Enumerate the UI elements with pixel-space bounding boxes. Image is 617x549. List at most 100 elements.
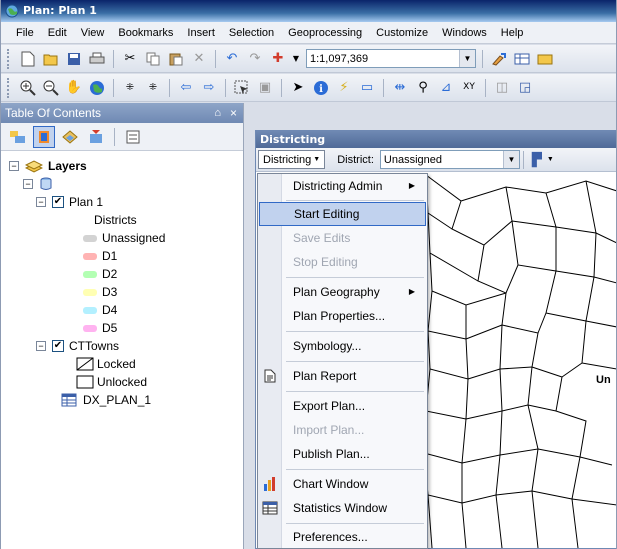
menu-item-districting-admin[interactable]: Districting Admin ▶ xyxy=(258,174,427,198)
collapse-icon[interactable]: − xyxy=(36,197,46,207)
tree-node-database[interactable]: − xyxy=(23,175,53,193)
legend-item: D2 xyxy=(83,265,117,283)
tree-node-plan-1[interactable]: − ✔ Plan 1 xyxy=(36,193,103,211)
go-to-xy-icon[interactable]: XY xyxy=(459,78,479,98)
fixed-zoom-in-icon[interactable]: ⁜ xyxy=(120,78,140,98)
menu-windows[interactable]: Windows xyxy=(435,25,494,41)
menu-insert[interactable]: Insert xyxy=(180,25,222,41)
table-label[interactable]: DX_PLAN_1 xyxy=(83,393,151,407)
list-by-source-icon[interactable] xyxy=(33,125,55,148)
menu-item-plan-properties[interactable]: Plan Properties... xyxy=(258,304,427,328)
menu-item-export-plan[interactable]: Export Plan... xyxy=(258,394,427,418)
district-label: District: xyxy=(337,153,374,166)
tree-node-table[interactable]: DX_PLAN_1 xyxy=(61,391,151,409)
fixed-zoom-out-icon[interactable]: ⁜ xyxy=(143,78,163,98)
list-by-visibility-icon[interactable] xyxy=(59,126,81,148)
close-icon[interactable]: × xyxy=(230,103,237,123)
chevron-down-icon[interactable]: ▼ xyxy=(502,151,519,168)
open-folder-icon[interactable] xyxy=(41,49,61,69)
cut-icon[interactable]: ✂ xyxy=(120,49,140,69)
find-binoculars-icon[interactable]: ⚲ xyxy=(413,78,433,98)
measure-icon[interactable]: ⇹ xyxy=(390,78,410,98)
menu-item-publish-plan[interactable]: Publish Plan... xyxy=(258,442,427,466)
options-icon[interactable] xyxy=(122,126,144,148)
catalog-icon[interactable] xyxy=(535,49,555,69)
find-route-icon[interactable]: ⊿ xyxy=(436,78,456,98)
menu-item-import-plan[interactable]: Import Plan... xyxy=(258,418,427,442)
toolbar-grip[interactable] xyxy=(7,48,11,69)
hyperlink-icon[interactable]: ⚡ xyxy=(334,78,354,98)
editor-toolbar-icon[interactable] xyxy=(489,49,509,69)
menu-item-label: Save Edits xyxy=(293,231,351,245)
list-by-selection-icon[interactable] xyxy=(85,126,107,148)
legend-item: Unassigned xyxy=(83,229,165,247)
full-extent-globe-icon[interactable] xyxy=(87,78,107,98)
collapse-icon[interactable]: − xyxy=(9,161,19,171)
menu-item-stop-editing[interactable]: Stop Editing xyxy=(258,250,427,274)
undo-icon[interactable]: ↶ xyxy=(222,49,242,69)
zoom-out-icon[interactable] xyxy=(41,78,61,98)
menu-edit[interactable]: Edit xyxy=(41,25,74,41)
tree-node-layers[interactable]: − Layers xyxy=(9,157,87,175)
district-combo[interactable]: Unassigned ▼ xyxy=(379,150,520,169)
menu-bar: File Edit View Bookmarks Insert Selectio… xyxy=(1,22,616,44)
menu-item-statistics-window[interactable]: Statistics Window xyxy=(258,496,427,520)
html-popup-icon[interactable]: ▭ xyxy=(357,78,377,98)
assign-district-tool-icon[interactable]: ▛ xyxy=(527,150,547,170)
toolbar-grip[interactable] xyxy=(7,77,11,98)
pin-icon[interactable]: ⌂ xyxy=(214,103,221,123)
clear-selection-icon[interactable]: ▣ xyxy=(255,78,275,98)
select-features-icon[interactable] xyxy=(232,78,252,98)
menu-item-chart-window[interactable]: Chart Window xyxy=(258,472,427,496)
tree-node-cttowns[interactable]: − ✔ CTTowns xyxy=(36,337,119,355)
collapse-icon[interactable]: − xyxy=(36,341,46,351)
save-icon[interactable] xyxy=(64,49,84,69)
select-elements-arrow-icon[interactable]: ➤ xyxy=(288,78,308,98)
layer-visibility-checkbox[interactable]: ✔ xyxy=(52,196,64,208)
print-icon[interactable] xyxy=(87,49,107,69)
bar-chart-icon xyxy=(262,476,278,492)
identify-icon[interactable]: i xyxy=(311,78,331,98)
districting-menu-button[interactable]: Districting ▼ xyxy=(258,150,326,169)
menu-file[interactable]: File xyxy=(9,25,41,41)
districts-heading: Districts xyxy=(94,211,137,229)
map-scale-combo[interactable]: 1:1,097,369 ▼ xyxy=(306,49,476,68)
create-viewer-icon[interactable]: ◲ xyxy=(515,78,535,98)
menu-item-plan-geography[interactable]: Plan Geography ▶ xyxy=(258,280,427,304)
pan-hand-icon[interactable]: ✋ xyxy=(64,78,84,98)
legend-swatch xyxy=(83,252,97,260)
new-document-icon[interactable] xyxy=(18,49,38,69)
menu-help[interactable]: Help xyxy=(494,25,531,41)
list-by-drawing-order-icon[interactable] xyxy=(7,126,29,148)
paste-icon[interactable] xyxy=(166,49,186,69)
layer-visibility-checkbox[interactable]: ✔ xyxy=(52,340,64,352)
layer-label[interactable]: CTTowns xyxy=(69,339,119,353)
window-title: Plan: Plan 1 xyxy=(23,4,97,17)
chevron-down-icon[interactable]: ▼ xyxy=(547,156,554,163)
menu-item-plan-report[interactable]: Plan Report xyxy=(258,364,427,388)
menu-item-symbology[interactable]: Symbology... xyxy=(258,334,427,358)
menu-item-save-edits[interactable]: Save Edits xyxy=(258,226,427,250)
menu-selection[interactable]: Selection xyxy=(222,25,281,41)
add-data-icon[interactable]: ✚ xyxy=(268,49,288,69)
menu-item-start-editing[interactable]: Start Editing xyxy=(259,202,426,226)
layer-label[interactable]: Plan 1 xyxy=(69,195,103,209)
menu-item-preferences[interactable]: Preferences... xyxy=(258,525,427,549)
menu-view[interactable]: View xyxy=(74,25,112,41)
menu-bookmarks[interactable]: Bookmarks xyxy=(111,25,180,41)
chevron-down-icon[interactable]: ▼ xyxy=(291,49,301,69)
chevron-down-icon[interactable]: ▼ xyxy=(459,50,475,67)
back-extent-icon[interactable]: ⇦ xyxy=(176,78,196,98)
forward-extent-icon[interactable]: ⇨ xyxy=(199,78,219,98)
legend-item: Locked xyxy=(76,355,136,373)
table-icon[interactable] xyxy=(512,49,532,69)
menu-separator xyxy=(286,523,424,524)
copy-icon[interactable] xyxy=(143,49,163,69)
zoom-in-icon[interactable] xyxy=(18,78,38,98)
collapse-icon[interactable]: − xyxy=(23,179,33,189)
time-slider-icon[interactable]: ◫ xyxy=(492,78,512,98)
redo-icon[interactable]: ↷ xyxy=(245,49,265,69)
delete-icon[interactable]: ✕ xyxy=(189,49,209,69)
menu-customize[interactable]: Customize xyxy=(369,25,435,41)
menu-geoprocessing[interactable]: Geoprocessing xyxy=(281,25,369,41)
